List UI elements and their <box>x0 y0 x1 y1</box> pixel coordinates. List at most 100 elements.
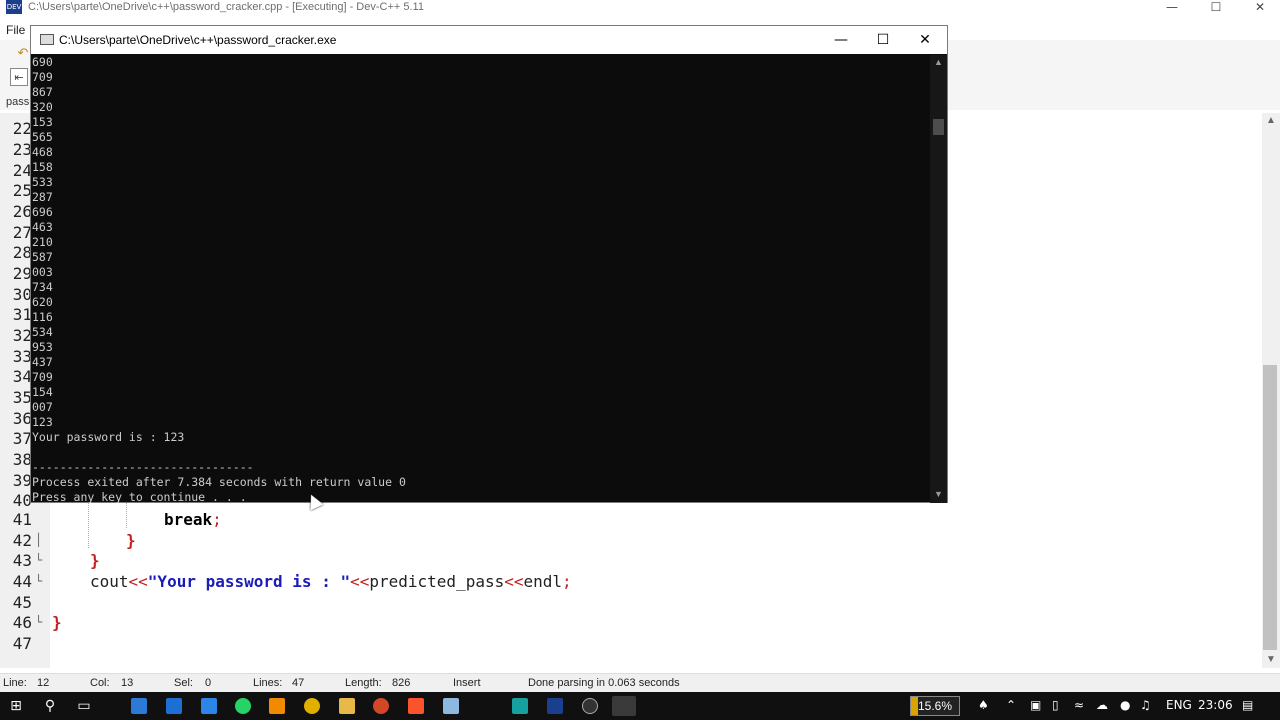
scroll-up-icon[interactable]: ▲ <box>1262 115 1280 129</box>
ide-close-icon[interactable]: ✕ <box>1250 0 1270 15</box>
language-indicator[interactable]: ENG <box>1166 698 1192 712</box>
cloud-icon[interactable]: ☁ <box>1096 698 1108 712</box>
devcpp-app-icon[interactable] <box>547 698 563 714</box>
console-close-icon[interactable]: ✕ <box>912 30 938 50</box>
code-line-46: } <box>52 613 62 632</box>
windows-start-icon[interactable]: ⊞ <box>6 696 26 716</box>
code-line-42: } <box>126 531 136 550</box>
status-message: Done parsing in 0.063 seconds <box>528 677 680 689</box>
line-number: 34 <box>12 367 32 386</box>
ide-titlebar: DEV C:\Users\parte\OneDrive\c++\password… <box>0 0 1280 16</box>
cpu-usage-meter[interactable]: 15.6% <box>910 696 960 716</box>
status-line-value: 12 <box>37 677 50 689</box>
brave-app-icon[interactable] <box>408 698 424 714</box>
line-number: 36 <box>12 409 32 428</box>
search-icon[interactable]: ⚲ <box>40 696 60 716</box>
mail-app-icon[interactable] <box>166 698 182 714</box>
chrome-app-icon[interactable] <box>304 698 320 714</box>
line-number: 24 <box>12 161 32 180</box>
console-app-icon <box>40 34 54 45</box>
stream-operator: << <box>128 572 148 591</box>
status-length-label: Length: <box>345 677 382 689</box>
line-number: 47 <box>12 634 32 653</box>
windows-taskbar: ⊞ ⚲ ▭ 15.6% ♠ ⌃ ▣ ▯ ≈ ☁ ● ♫ ENG 23:06 ▤ <box>0 692 1280 720</box>
battery-icon[interactable]: ▯ <box>1052 698 1059 712</box>
line-number: 35 <box>12 388 32 407</box>
fold-end-icon[interactable]: └ <box>35 553 42 567</box>
line-number: 46 <box>12 613 32 632</box>
keyword-break: break <box>164 510 213 529</box>
console-title: C:\Users\parte\OneDrive\c++\password_cra… <box>59 33 337 47</box>
microphone-icon[interactable]: ● <box>1120 698 1130 712</box>
string-literal: "Your password is : " <box>147 572 351 591</box>
line-number: 43 <box>12 551 32 570</box>
console-scrollbar[interactable]: ▲ ▼ <box>930 55 947 503</box>
line-number: 26 <box>12 202 32 221</box>
clock-app-icon[interactable] <box>582 698 598 714</box>
menu-file[interactable]: File <box>6 23 25 37</box>
line-number: 29 <box>12 264 32 283</box>
console-maximize-icon[interactable]: ☐ <box>870 30 896 50</box>
line-number: 23 <box>12 140 32 159</box>
fold-end-icon[interactable]: └ <box>35 615 42 629</box>
console-scroll-down-icon[interactable]: ▼ <box>930 489 947 499</box>
sublime-app-icon[interactable] <box>512 698 528 714</box>
console-output-text: 690 709 867 320 153 565 468 158 533 287 … <box>32 55 406 503</box>
tab-password-cracker[interactable]: pass <box>6 96 29 108</box>
volume-icon[interactable]: ♫ <box>1140 698 1151 712</box>
console-output-area[interactable]: 690 709 867 320 153 565 468 158 533 287 … <box>32 55 930 503</box>
status-col-label: Col: <box>90 677 110 689</box>
cout-identifier: cout <box>90 572 129 591</box>
code-line-43: } <box>90 551 100 570</box>
ide-statusbar: Line: 12 Col: 13 Sel: 0 Lines: 47 Length… <box>0 673 1280 692</box>
files-app-icon[interactable] <box>201 698 217 714</box>
ide-window-title: C:\Users\parte\OneDrive\c++\password_cra… <box>28 1 424 13</box>
stream-operator: << <box>350 572 370 591</box>
console-scroll-thumb[interactable] <box>933 119 944 135</box>
console-task-icon[interactable] <box>612 696 636 716</box>
notification-icon[interactable]: ▤ <box>1242 698 1253 712</box>
task-view-icon[interactable]: ▭ <box>74 696 94 716</box>
code-line-44: cout<<"Your password is : "<<predicted_p… <box>90 572 572 591</box>
console-titlebar[interactable]: C:\Users\parte\OneDrive\c++\password_cra… <box>31 26 947 54</box>
endl-identifier: endl <box>523 572 563 591</box>
console-scroll-up-icon[interactable]: ▲ <box>930 57 947 67</box>
explorer-app-icon[interactable] <box>339 698 355 714</box>
whatsapp-app-icon[interactable] <box>235 698 251 714</box>
status-col-value: 13 <box>121 677 134 689</box>
ide-maximize-icon[interactable]: ☐ <box>1206 0 1226 15</box>
wifi-icon[interactable]: ≈ <box>1074 698 1084 712</box>
ide-minimize-icon[interactable]: — <box>1162 0 1182 15</box>
fold-end-icon[interactable]: └ <box>35 574 42 588</box>
line-number: 42 <box>12 531 32 550</box>
notepad-app-icon[interactable] <box>443 698 459 714</box>
powerpoint-app-icon[interactable] <box>373 698 389 714</box>
vlc-app-icon[interactable] <box>269 698 285 714</box>
status-line-label: Line: <box>3 677 27 689</box>
meet-now-icon[interactable]: ▣ <box>1030 698 1041 712</box>
chevron-up-icon[interactable]: ⌃ <box>1006 698 1016 712</box>
devcpp-app-icon: DEV <box>6 0 22 14</box>
line-number: 31 <box>12 305 32 324</box>
line-number: 27 <box>12 223 32 242</box>
line-number: 40 <box>12 491 32 510</box>
console-minimize-icon[interactable]: — <box>828 30 854 50</box>
unindent-icon[interactable]: ⇤ <box>10 68 28 86</box>
line-number: 28 <box>12 243 32 262</box>
semicolon: ; <box>562 572 572 591</box>
status-length-value: 826 <box>392 677 411 689</box>
status-lines-label: Lines: <box>253 677 283 689</box>
line-number: 45 <box>12 593 32 612</box>
line-number: 33 <box>12 347 32 366</box>
scroll-down-icon[interactable]: ▼ <box>1262 654 1280 668</box>
people-icon[interactable]: ♠ <box>978 698 989 712</box>
predicted-pass-identifier: predicted_pass <box>369 572 505 591</box>
line-number: 25 <box>12 181 32 200</box>
line-number: 44 <box>12 572 32 591</box>
line-number: 39 <box>12 471 32 490</box>
clock[interactable]: 23:06 <box>1198 698 1233 712</box>
console-window[interactable]: C:\Users\parte\OneDrive\c++\password_cra… <box>30 25 948 503</box>
editor-scroll-thumb[interactable] <box>1263 365 1277 650</box>
semicolon: ; <box>212 510 222 529</box>
store-app-icon[interactable] <box>131 698 147 714</box>
